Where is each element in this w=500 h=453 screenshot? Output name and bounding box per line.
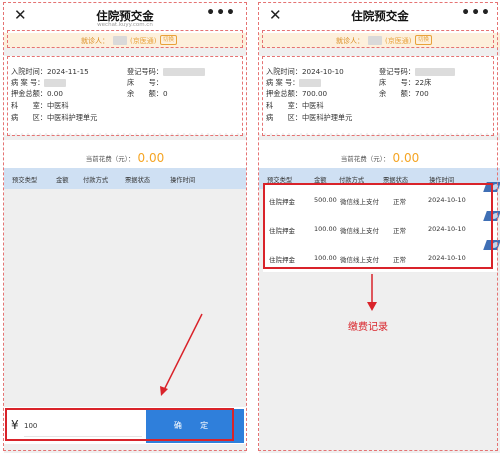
patient-label: 就诊人： — [336, 37, 364, 45]
patient-bar: 就诊人： (京医通) 切换 — [4, 33, 246, 48]
comparison-canvas: ✕ 住院预交金 wechat.kuyy.com.cn ••• 就诊人： (京医通… — [0, 0, 500, 453]
department: 科 室：中医科 — [266, 101, 324, 110]
cell-status: 正常 — [393, 227, 406, 235]
receipt-ribbon-icon — [483, 211, 500, 221]
admission-info-card: 入院时间：2024-10-10 登记号码： 病 案 号： 床 号：22床 押金总… — [259, 56, 500, 133]
input-underline — [24, 436, 142, 437]
cell-method: 微信线上支付 — [340, 227, 379, 235]
table-row[interactable]: 住院押金 500.00 微信线上支付 正常 2024-10-10 — [263, 182, 500, 215]
cell-method: 微信线上支付 — [340, 198, 379, 206]
cell-time: 2024-10-10 — [428, 254, 466, 262]
receipt-ribbon-icon — [483, 240, 500, 250]
current-cost-row: 当前花费（元）： 0.00 — [259, 140, 500, 168]
column-type: 预交类型 — [267, 177, 293, 184]
cell-amount: 100.00 — [314, 254, 337, 262]
patient-card-type: (京医通) — [385, 37, 412, 45]
admission-info-card: 入院时间：2024-11-15 登记号码： 病 案 号： 床 号： 押金总额：0… — [4, 56, 246, 133]
card-wave-edge — [4, 133, 246, 137]
column-method: 付款方式 — [83, 177, 109, 184]
confirm-button[interactable]: 确 定 — [146, 409, 244, 443]
amount-input[interactable] — [24, 419, 124, 433]
table-row[interactable]: 住院押金 100.00 微信线上支付 正常 2024-10-10 — [263, 211, 500, 244]
cell-time: 2024-10-10 — [428, 225, 466, 233]
right-arrow — [367, 274, 377, 311]
nav-bar: ✕ 住院预交金 wechat.kuyy.com.cn ••• — [4, 0, 246, 33]
current-cost-label: 当前花费（元）： — [85, 155, 135, 163]
balance: 余 额：700 — [379, 89, 429, 98]
registration-number: 登记号码： — [379, 67, 455, 77]
case-number: 病 案 号： — [11, 78, 67, 88]
admit-time: 入院时间：2024-11-15 — [11, 67, 89, 76]
table-row[interactable]: 住院押金 100.00 微信线上支付 正常 2024-10-10 — [263, 240, 500, 273]
column-status: 票据状态 — [125, 177, 151, 184]
deposit-total: 押金总额：0.00 — [11, 89, 63, 98]
right-phone-screen: ✕ 住院预交金 ••• 就诊人： (京医通) 切换 入院时间：2024-10-1… — [259, 0, 500, 453]
patient-card-type: (京医通) — [130, 37, 157, 45]
more-icon[interactable]: ••• — [206, 5, 236, 21]
left-arrow — [160, 313, 203, 396]
bed-number: 床 号：22床 — [379, 78, 432, 87]
current-cost-label: 当前花费（元）： — [340, 155, 390, 163]
registration-number: 登记号码： — [127, 67, 205, 77]
balance: 余 额：0 — [127, 89, 168, 98]
current-cost-row: 当前花费（元）： 0.00 — [4, 140, 246, 168]
ward: 病 区：中医科护理单元 — [266, 113, 353, 122]
patient-label: 就诊人： — [81, 37, 109, 45]
payment-records-annotation: 缴费记录 — [348, 322, 388, 333]
patient-name-blurred — [368, 36, 382, 45]
cell-status: 正常 — [393, 256, 406, 264]
receipt-ribbon-icon — [483, 182, 500, 192]
cell-type: 住院押金 — [269, 227, 295, 235]
switch-patient-button[interactable]: 切换 — [160, 35, 178, 45]
records-table-header: 预交类型 金额 付款方式 票据状态 操作时间 — [4, 168, 246, 189]
current-cost-value: 0.00 — [137, 151, 165, 165]
admit-time: 入院时间：2024-10-10 — [266, 67, 344, 76]
column-type: 预交类型 — [12, 177, 38, 184]
cell-type: 住院押金 — [269, 256, 295, 264]
column-status: 票据状态 — [383, 177, 409, 184]
current-cost-value: 0.00 — [392, 151, 420, 165]
deposit-total: 押金总额：700.00 — [266, 89, 328, 98]
column-amount: 金额 — [314, 177, 327, 184]
column-amount: 金额 — [56, 177, 69, 184]
cell-time: 2024-10-10 — [428, 196, 466, 204]
nav-bar: ✕ 住院预交金 ••• — [259, 0, 500, 33]
cell-type: 住院押金 — [269, 198, 295, 206]
case-number: 病 案 号： — [266, 78, 322, 88]
cell-amount: 500.00 — [314, 196, 337, 204]
card-wave-edge — [259, 133, 500, 137]
more-icon[interactable]: ••• — [461, 5, 491, 21]
ward: 病 区：中医科护理单元 — [11, 113, 98, 122]
cell-amount: 100.00 — [314, 225, 337, 233]
department: 科 室：中医科 — [11, 101, 69, 110]
switch-patient-button[interactable]: 切换 — [415, 35, 433, 45]
column-time: 操作时间 — [429, 177, 455, 184]
bed-number: 床 号： — [127, 78, 163, 87]
yen-symbol: ¥ — [11, 418, 19, 432]
patient-bar: 就诊人： (京医通) 切换 — [259, 33, 500, 48]
page-url: wechat.kuyy.com.cn — [97, 22, 153, 28]
cell-status: 正常 — [393, 198, 406, 206]
column-method: 付款方式 — [339, 177, 365, 184]
column-time: 操作时间 — [170, 177, 196, 184]
patient-name-blurred — [113, 36, 127, 45]
payment-bar: ¥ 确 定 — [4, 407, 246, 444]
cell-method: 微信线上支付 — [340, 256, 379, 264]
